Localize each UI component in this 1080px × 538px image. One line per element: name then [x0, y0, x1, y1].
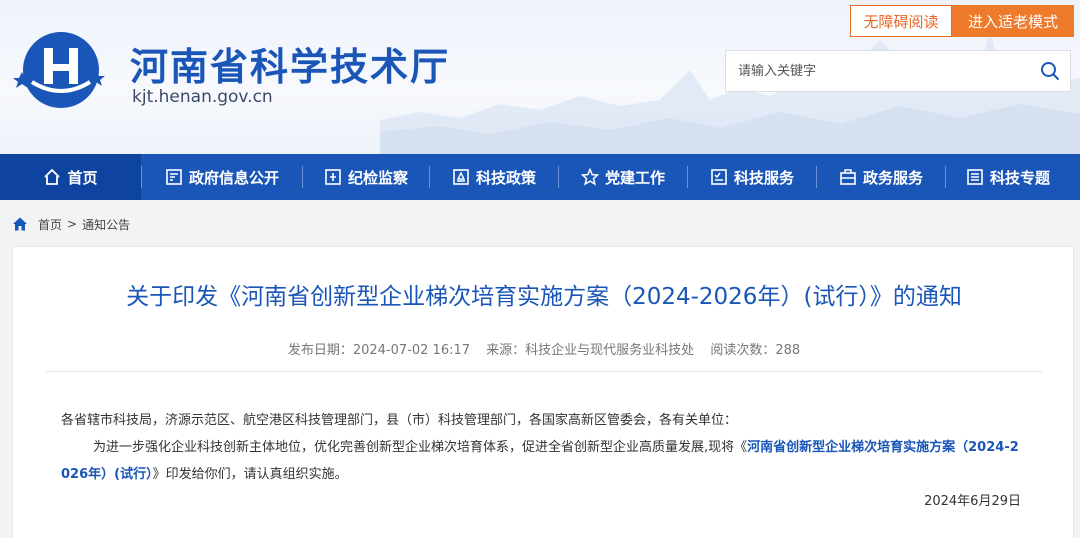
article-title: 关于印发《河南省创新型企业梯次培育实施方案（2024-2026年）(试行）》的通… [126, 284, 962, 310]
divider [46, 371, 1042, 372]
home-icon [13, 217, 27, 231]
view-count: 阅读次数：288 [710, 343, 801, 358]
article-source: 来源：科技企业与现代服务业科技处 [486, 343, 695, 358]
briefcase-icon [839, 168, 857, 186]
nav-label: 科技政策 [475, 168, 536, 187]
publish-date: 发布日期：2024-07-02 16:17 [287, 343, 471, 358]
article-meta: 发布日期：2024-07-02 16:17 来源：科技企业与现代服务业科技处 阅… [13, 339, 1075, 358]
breadcrumb-home[interactable]: 首页 [38, 216, 62, 233]
badge-icon [324, 168, 342, 186]
document-link-cont[interactable]: 026年）(试行） [61, 467, 153, 482]
document-icon [165, 168, 183, 186]
nav-item-party[interactable]: 党建工作 [559, 154, 687, 200]
article-salutation: 各省辖市科技局，济源示范区、航空港区科技管理部门，县（市）科技管理部门，各国家高… [61, 413, 738, 428]
site-header: 河南省科学技术厅 kjt.henan.gov.cn 无障碍阅读 进入适老模式 [0, 0, 1080, 154]
home-icon [43, 168, 61, 186]
list-icon [966, 168, 984, 186]
policy-icon [452, 168, 470, 186]
paragraph-text: 为进一步强化企业科技创新主体地位，优化完善创新型企业梯次培育体系，促进全省创新型… [93, 440, 748, 455]
nav-label: 科技专题 [989, 168, 1050, 187]
nav-item-gov-info[interactable]: 政府信息公开 [142, 154, 302, 200]
star-icon [580, 168, 599, 186]
accessibility-button[interactable]: 无障碍阅读 [850, 5, 952, 37]
search-icon[interactable] [1030, 51, 1070, 91]
site-url: kjt.henan.gov.cn [132, 87, 273, 107]
checklist-icon [710, 168, 728, 186]
breadcrumb: 首页 > 通知公告 [12, 214, 130, 234]
nav-item-home[interactable]: 首页 [0, 154, 141, 200]
elder-mode-button[interactable]: 进入适老模式 [952, 5, 1074, 37]
nav-label: 党建工作 [604, 168, 665, 187]
main-nav: 首页 政府信息公开 纪检监察 科技政策 党建工作 科技服务 政务服务 科技专题 [0, 154, 1080, 200]
article-date: 2024年6月29日 [924, 494, 1021, 509]
site-title: 河南省科学技术厅 [130, 45, 451, 89]
article-card: 关于印发《河南省创新型企业梯次培育实施方案（2024-2026年）(试行）》的通… [12, 246, 1074, 538]
nav-item-policy[interactable]: 科技政策 [430, 154, 558, 200]
nav-item-topics[interactable]: 科技专题 [946, 154, 1070, 200]
search-box [725, 50, 1071, 92]
site-logo [13, 32, 105, 108]
nav-item-discipline[interactable]: 纪检监察 [303, 154, 429, 200]
article-paragraph: 为进一步强化企业科技创新主体地位，优化完善创新型企业梯次培育体系，促进全省创新型… [93, 436, 1019, 455]
nav-label: 政府信息公开 [188, 168, 279, 187]
nav-item-service[interactable]: 科技服务 [688, 154, 816, 200]
nav-label: 首页 [67, 168, 98, 187]
search-input[interactable] [726, 51, 1030, 91]
nav-label: 政务服务 [862, 168, 923, 187]
article-paragraph-cont: 026年）(试行）》印发给你们，请认真组织实施。 [61, 463, 348, 482]
breadcrumb-current[interactable]: 通知公告 [82, 216, 130, 233]
nav-item-gov-service[interactable]: 政务服务 [817, 154, 945, 200]
nav-label: 纪检监察 [347, 168, 408, 187]
document-link[interactable]: 河南省创新型企业梯次培育实施方案（2024-2 [747, 440, 1019, 455]
paragraph-text: 》印发给你们，请认真组织实施。 [152, 467, 348, 482]
nav-label: 科技服务 [733, 168, 794, 187]
breadcrumb-separator: > [67, 217, 78, 231]
